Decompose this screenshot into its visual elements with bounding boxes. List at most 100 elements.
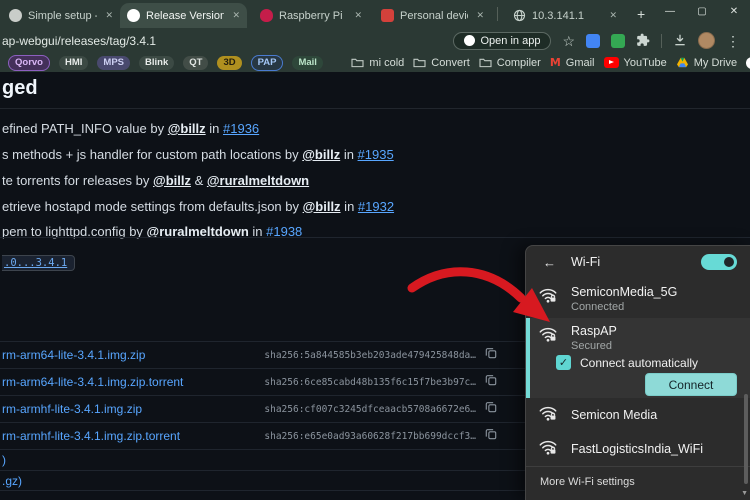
network-item-semiconmedia-5g[interactable]: SemiconMedia_5G Connected — [526, 278, 750, 318]
asset-link[interactable]: .gz) — [2, 474, 22, 488]
assets-table: rm-arm64-lite-3.4.1.img.zip sha256:5a844… — [0, 341, 527, 491]
tab-title: Release Version 3.4.1 - R — [146, 9, 225, 22]
raspberry-pi-favicon — [260, 9, 273, 22]
more-wifi-settings-link[interactable]: More Wi-Fi settings — [526, 466, 750, 500]
issue-link[interactable]: #1936 — [223, 121, 259, 136]
changelog-text: in — [340, 198, 358, 214]
bookmark-folder-compiler[interactable]: Compiler — [479, 57, 541, 69]
network-item-semicon-media[interactable]: Semicon Media — [526, 398, 750, 432]
bookmark-mps[interactable]: MPS — [97, 55, 130, 70]
window-close-button[interactable]: ✕ — [718, 0, 750, 22]
tab-personal-devices[interactable]: Personal devices – Rasp ✕ — [374, 3, 491, 28]
bookmark-folder-mi-cold[interactable]: mi cold — [351, 57, 404, 69]
toolbar-separator — [661, 33, 662, 48]
tab-ip-address[interactable]: 10.3.141.1 ✕ — [506, 3, 624, 28]
bookmark-blink[interactable]: Blink — [139, 55, 175, 70]
tab-simple-setup[interactable]: Simple setup - RaspAP D ✕ — [2, 3, 120, 28]
folder-icon — [413, 58, 426, 68]
sheets-extension-icon[interactable] — [611, 33, 625, 48]
address-bar[interactable]: ap-webgui/releases/tag/3.4.1 — [2, 34, 156, 48]
wifi-toggle[interactable] — [701, 254, 737, 270]
bookmark-label: My Drive — [693, 56, 738, 69]
bookmark-qorvo[interactable]: Qorvo — [8, 54, 50, 71]
bookmark-gmail[interactable]: M Gmail — [550, 56, 595, 69]
connect-automatically-row: ✓ Connect automatically — [556, 355, 750, 370]
user-link[interactable]: @billz — [153, 173, 191, 188]
github-octocat-icon — [463, 35, 475, 46]
network-name: RaspAP — [571, 324, 617, 338]
red-app-favicon — [381, 9, 394, 22]
copy-icon[interactable] — [485, 373, 497, 391]
asset-link[interactable]: ) — [2, 453, 6, 467]
user-link[interactable]: @billz — [168, 121, 206, 136]
wifi-secured-icon — [538, 403, 558, 427]
bookmark-youtube[interactable]: YouTube — [603, 57, 667, 69]
network-info: RaspAP Secured — [571, 324, 617, 352]
docs-extension-icon[interactable] — [586, 33, 600, 48]
asset-link[interactable]: rm-armhf-lite-3.4.1.img.zip — [2, 402, 142, 416]
user-link[interactable]: @billz — [303, 199, 341, 214]
minimize-button[interactable]: — — [654, 0, 686, 22]
tab-close-icon[interactable]: ✕ — [103, 10, 113, 21]
bookmark-star-icon[interactable]: ☆ — [562, 34, 575, 48]
bookmark-my-drive[interactable]: My Drive — [676, 57, 737, 69]
open-in-app-button[interactable]: Open in app — [452, 31, 552, 50]
bookmark-qt[interactable]: QT — [183, 55, 209, 70]
asset-row: .gz) — [0, 470, 527, 491]
user-link[interactable]: @billz — [302, 147, 340, 162]
network-name: FastLogisticsIndia_WiFi — [571, 442, 703, 456]
wifi-secured-icon — [538, 324, 558, 352]
tab-close-icon[interactable]: ✕ — [607, 10, 617, 21]
bookmark-pap[interactable]: PAP — [250, 54, 284, 71]
network-item-fastlogisticsindia[interactable]: FastLogisticsIndia_WiFi — [526, 432, 750, 466]
changelog-text: in — [205, 121, 223, 136]
browser-chrome: Simple setup - RaspAP D ✕ Release Versio… — [0, 0, 750, 72]
changelog-line: s methods + js handler for custom path l… — [2, 146, 748, 165]
asset-sha: sha256:e65e0ad93a60628f217bb699dccf3… — [264, 430, 476, 442]
maximize-button[interactable]: ▢ — [686, 0, 718, 22]
section-divider — [0, 237, 750, 238]
network-status: Secured — [571, 340, 612, 352]
tab-raspberry-pi-os[interactable]: Raspberry Pi OS downlo ✕ — [253, 3, 369, 28]
copy-icon[interactable] — [485, 427, 497, 445]
asset-sha: sha256:6ce85cabd48b135f6c15f7be3b97c… — [264, 376, 476, 388]
asset-row: rm-arm64-lite-3.4.1.img.zip.torrent sha2… — [0, 368, 527, 395]
wifi-secured-icon — [538, 437, 558, 461]
bookmark-mail[interactable]: Mail — [292, 55, 323, 70]
changelog-text: & — [190, 172, 207, 188]
new-tab-button[interactable]: + — [633, 6, 649, 22]
bookmark-label: Gmail — [565, 56, 595, 69]
back-arrow-icon[interactable]: ← — [543, 255, 556, 270]
scroll-down-icon[interactable]: ▼ — [741, 490, 748, 497]
copy-icon[interactable] — [485, 346, 497, 364]
tab-close-icon[interactable]: ✕ — [352, 10, 362, 21]
full-changelog-link[interactable]: .0...3.4.1 — [2, 255, 76, 272]
asset-link[interactable]: rm-arm64-lite-3.4.1.img.zip — [2, 348, 145, 362]
scrollbar-thumb[interactable] — [744, 394, 748, 484]
asset-link[interactable]: rm-arm64-lite-3.4.1.img.zip.torrent — [2, 375, 183, 389]
network-item-raspap-expanded[interactable]: RaspAP Secured ✓ Connect automatically C… — [526, 318, 750, 398]
tab-title: Simple setup - RaspAP D — [28, 9, 97, 22]
extensions-puzzle-icon[interactable] — [636, 33, 650, 49]
connect-button[interactable]: Connect — [645, 373, 737, 396]
copy-icon[interactable] — [485, 400, 497, 418]
tab-release-version[interactable]: Release Version 3.4.1 - R ✕ — [120, 3, 247, 28]
user-link[interactable]: @ruralmeltdown — [207, 173, 309, 188]
browser-menu-icon[interactable]: ⋮ — [726, 34, 740, 48]
apps-grid-icon[interactable] — [332, 57, 334, 68]
bookmark-folder-convert[interactable]: Convert — [413, 57, 470, 69]
bookmark-hmi[interactable]: HMI — [58, 55, 89, 70]
bookmark-label: Convert — [431, 56, 470, 69]
issue-link[interactable]: #1935 — [358, 147, 394, 162]
checkbox-checked[interactable]: ✓ — [556, 355, 571, 370]
downloads-icon[interactable] — [673, 33, 687, 49]
wifi-header: ← Wi-Fi — [526, 246, 750, 278]
bookmark-github[interactable]: GitHub — [746, 56, 750, 69]
issue-link[interactable]: #1932 — [358, 199, 394, 214]
profile-avatar[interactable] — [698, 32, 715, 49]
globe-icon — [513, 9, 526, 22]
tab-close-icon[interactable]: ✕ — [474, 10, 484, 21]
tab-close-icon[interactable]: ✕ — [230, 10, 240, 21]
bookmark-3d[interactable]: 3D — [217, 55, 242, 70]
asset-link[interactable]: rm-armhf-lite-3.4.1.img.zip.torrent — [2, 429, 180, 443]
